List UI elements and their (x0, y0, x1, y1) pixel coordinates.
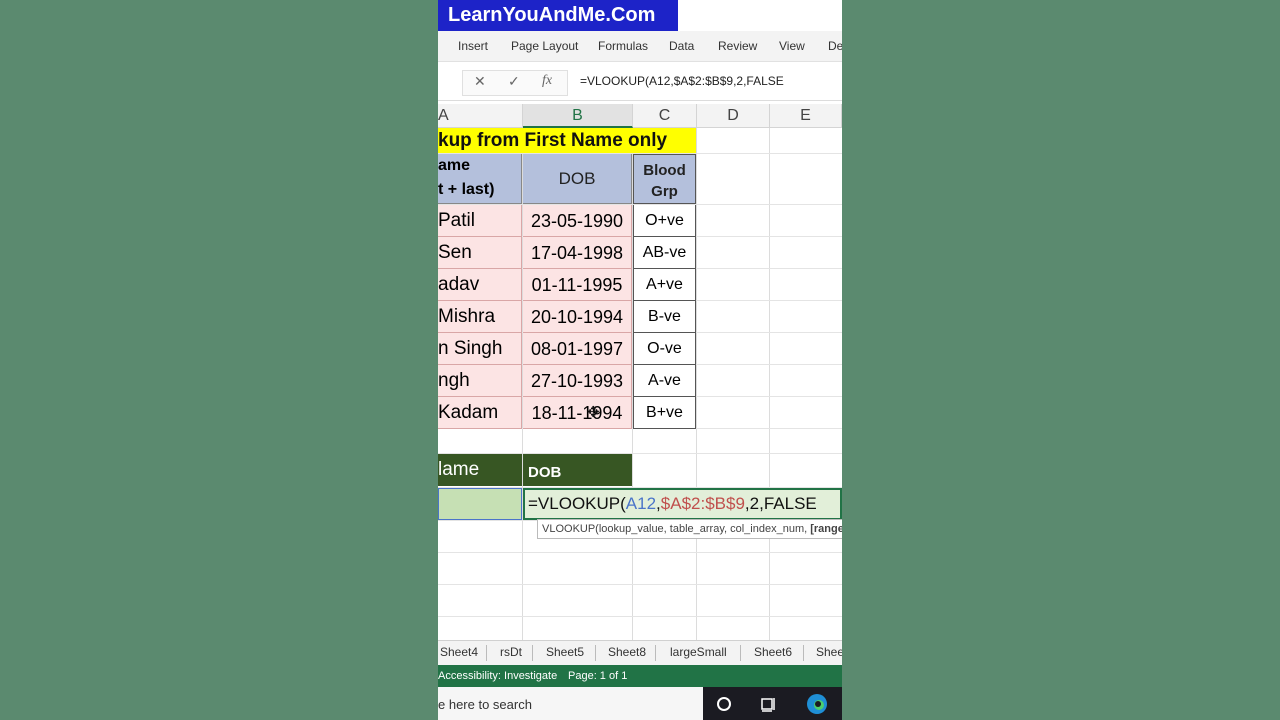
tab-data[interactable]: Data (669, 39, 694, 53)
dob-cell[interactable]: 23-05-1990 (523, 205, 632, 237)
lookup-header-name[interactable]: lame (438, 454, 522, 486)
blood-cell[interactable]: A+ve (633, 269, 696, 301)
blood-cell[interactable]: B-ve (633, 301, 696, 333)
name-cell[interactable]: adav (438, 269, 522, 301)
header-full-name-line2: t + last) (438, 181, 495, 198)
formula-ref-range: $A$2:$B$9 (660, 494, 745, 513)
cancel-icon[interactable]: ✕ (474, 73, 486, 90)
blood-cell[interactable]: A-ve (633, 365, 696, 397)
status-bar: Accessibility: Investigate Page: 1 of 1 (438, 665, 842, 687)
name-cell[interactable]: Mishra (438, 301, 522, 333)
tooltip-text: VLOOKUP(lookup_value, table_array, col_i… (542, 523, 811, 535)
taskbar-search-box[interactable]: e here to search (438, 687, 703, 720)
right-background (842, 0, 1280, 720)
name-cell[interactable]: n Singh (438, 333, 522, 365)
header-full-name[interactable]: ame t + last) (438, 154, 522, 204)
task-view-icon[interactable] (760, 696, 778, 712)
cortana-icon[interactable] (716, 696, 732, 712)
tab-page-layout[interactable]: Page Layout (511, 39, 578, 53)
column-header-a[interactable]: A (438, 104, 523, 128)
tab-formulas[interactable]: Formulas (598, 39, 648, 53)
sheet-tab[interactable]: largeSmall (670, 645, 727, 659)
tooltip-bold-arg: [range (810, 523, 842, 535)
name-cell[interactable]: ngh (438, 365, 522, 397)
dob-cell[interactable]: 08-01-1997 (523, 333, 632, 365)
left-background (0, 0, 438, 720)
fx-icon[interactable]: fx (542, 73, 552, 89)
name-cell[interactable]: Kadam (438, 397, 522, 429)
dob-cell[interactable]: 01-11-1995 (523, 269, 632, 301)
header-dob[interactable]: DOB (523, 154, 632, 204)
page-status: Page: 1 of 1 (568, 670, 628, 682)
excel-window: LearnYouAndMe.Com Insert Page Layout For… (438, 0, 842, 720)
lookup-header-dob[interactable]: DOB (523, 454, 632, 486)
tab-review[interactable]: Review (718, 39, 757, 53)
formula-input[interactable]: =VLOOKUP(A12,$A$2:$B$9,2,FALSE (580, 74, 784, 88)
sheet-tab[interactable]: Sheet5 (546, 645, 584, 659)
sheet-tab[interactable]: Sheet8 (608, 645, 646, 659)
function-tooltip: VLOOKUP(lookup_value, table_array, col_i… (537, 519, 842, 539)
edge-browser-icon[interactable] (805, 693, 829, 715)
tab-insert[interactable]: Insert (458, 39, 488, 53)
site-banner: LearnYouAndMe.Com (438, 0, 678, 31)
accessibility-status[interactable]: Accessibility: Investigate (438, 665, 557, 687)
active-formula-cell[interactable]: =VLOOKUP(A12,$A$2:$B$9,2,FALSE (523, 488, 842, 520)
sheet-tab[interactable]: Sheet6 (754, 645, 792, 659)
formula-ref-a12: A12 (625, 494, 657, 513)
column-header-e[interactable]: E (770, 104, 842, 128)
formula-prefix: =VLOOKUP( (528, 494, 626, 513)
dob-cell[interactable]: 20-10-1994 (523, 301, 632, 333)
name-cell[interactable]: Patil (438, 205, 522, 237)
blood-cell[interactable]: O+ve (633, 205, 696, 237)
blood-cell[interactable]: O-ve (633, 333, 696, 365)
header-blood-line1: Blood (643, 162, 686, 179)
blood-cell[interactable]: AB-ve (633, 237, 696, 269)
lookup-input-cell[interactable] (438, 488, 522, 520)
column-header-d[interactable]: D (697, 104, 770, 128)
dob-cell[interactable]: 18-11-1994 (523, 397, 632, 429)
formula-bar: ✕ ✓ fx =VLOOKUP(A12,$A$2:$B$9,2,FALSE (438, 64, 842, 101)
column-header-b[interactable]: B (523, 104, 633, 128)
column-header-c[interactable]: C (633, 104, 697, 128)
windows-taskbar: e here to search (438, 687, 842, 720)
formula-rest: ,2,FALSE (744, 494, 817, 513)
sheet-tabs-bar: Sheet4 rsDt Sheet5 Sheet8 largeSmall She… (438, 640, 842, 665)
name-cell[interactable]: Sen (438, 237, 522, 269)
move-cursor-icon: ✥ (587, 404, 600, 421)
header-full-name-line1: ame (438, 157, 471, 174)
tab-developer[interactable]: De (828, 39, 842, 53)
ribbon-tabs: Insert Page Layout Formulas Data Review … (438, 31, 842, 62)
blood-cell[interactable]: B+ve (633, 397, 696, 429)
sheet-tab[interactable]: Shee (816, 645, 842, 659)
header-blood-group[interactable]: Blood Grp (633, 154, 696, 204)
sheet-title[interactable]: kup from First Name only (438, 128, 696, 153)
sheet-tab[interactable]: rsDt (500, 645, 522, 659)
dob-cell[interactable]: 17-04-1998 (523, 237, 632, 269)
check-icon[interactable]: ✓ (508, 73, 520, 90)
sheet-tab[interactable]: Sheet4 (440, 645, 478, 659)
header-blood-line2: Grp (651, 183, 678, 200)
tab-view[interactable]: View (779, 39, 805, 53)
dob-cell[interactable]: 27-10-1993 (523, 365, 632, 397)
taskbar-icons (703, 687, 842, 720)
